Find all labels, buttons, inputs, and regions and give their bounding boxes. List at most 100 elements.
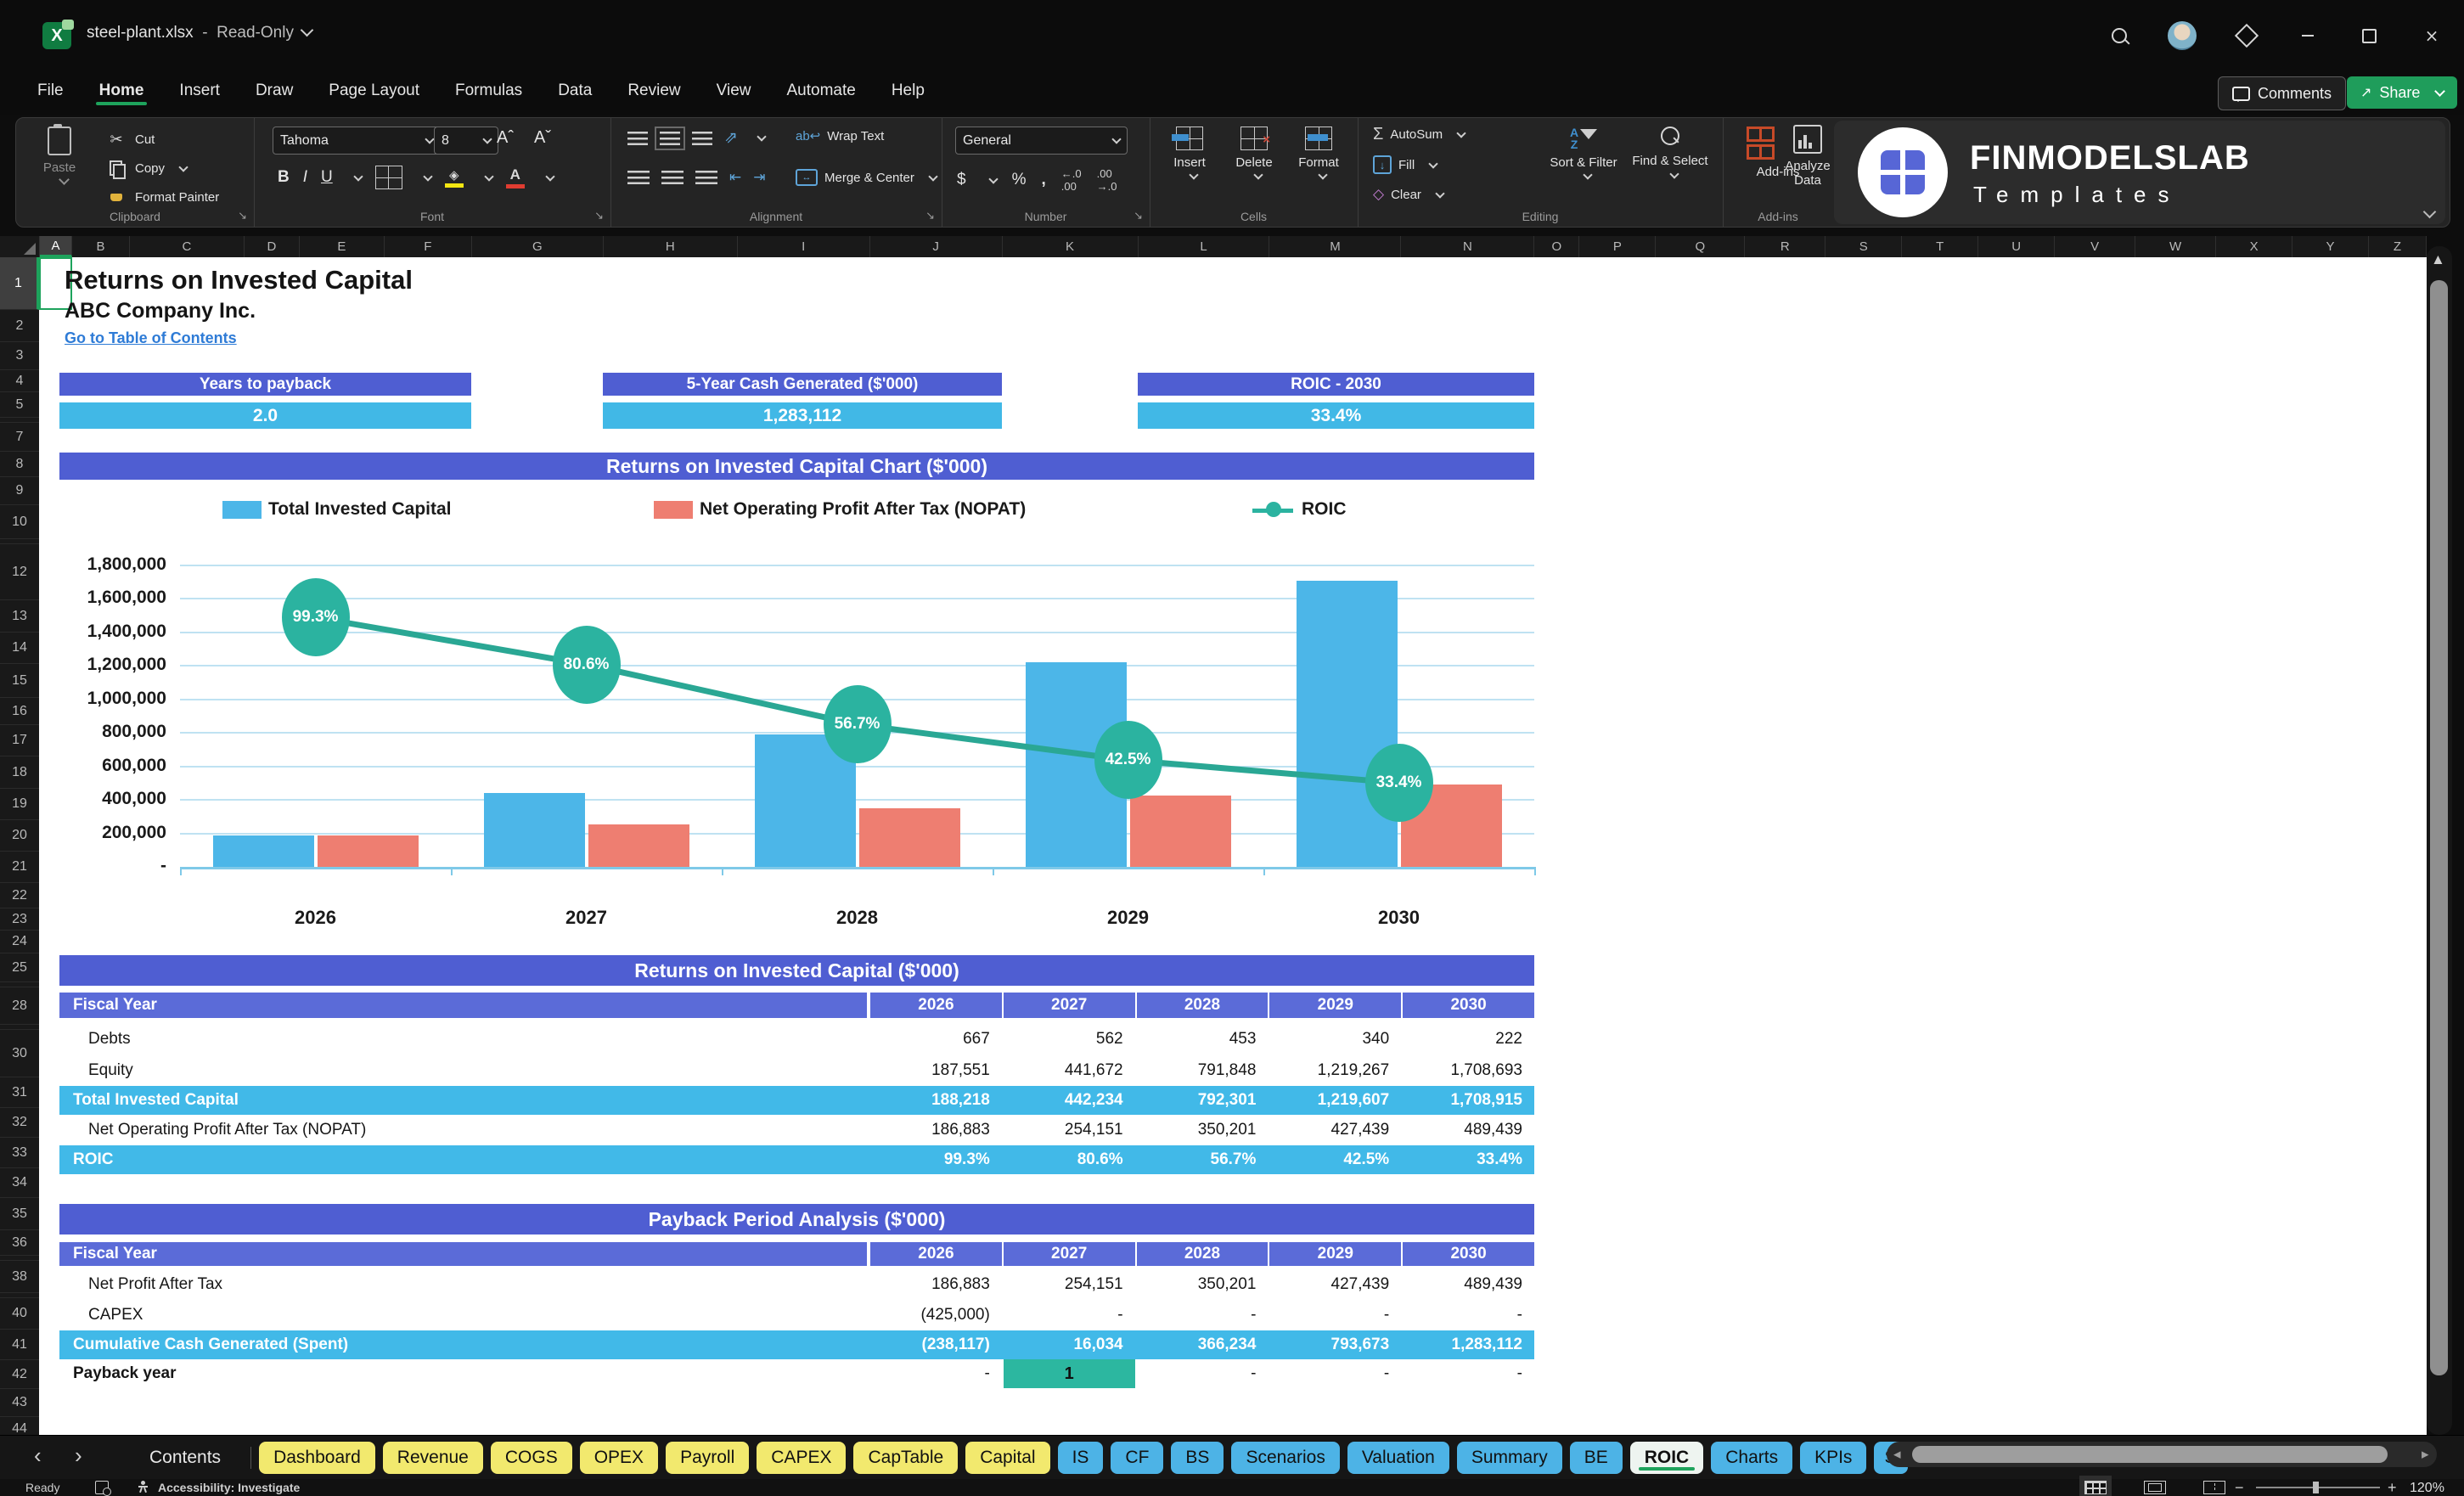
column-header-W[interactable]: W xyxy=(2135,236,2217,257)
fill-button[interactable]: ↓ Fill xyxy=(1373,155,1438,174)
row-header-44[interactable]: 44 xyxy=(0,1417,39,1436)
autosum-button[interactable]: Σ AutoSum xyxy=(1373,125,1466,144)
vertical-scrollbar-thumb[interactable] xyxy=(2430,280,2448,1375)
row-header-16[interactable]: 16 xyxy=(0,698,39,725)
row-header-23[interactable]: 23 xyxy=(0,908,39,931)
orientation-dropdown-icon[interactable] xyxy=(757,132,767,142)
bold-button[interactable]: B xyxy=(278,168,290,187)
row-header-5[interactable]: 5 xyxy=(0,392,39,418)
font-color-button[interactable]: A xyxy=(505,166,525,188)
zoom-level[interactable]: 120% xyxy=(2410,1481,2444,1496)
scroll-up-icon[interactable]: ▲ xyxy=(2431,251,2445,268)
next-sheet-icon[interactable]: › xyxy=(75,1443,82,1469)
sheet-tab-dashboard[interactable]: Dashboard xyxy=(259,1442,375,1474)
ribbon-tab-help[interactable]: Help xyxy=(888,71,928,107)
zoom-slider-thumb[interactable] xyxy=(2313,1482,2319,1493)
fill-color-dropdown-icon[interactable] xyxy=(484,171,494,182)
row-header-13[interactable]: 13 xyxy=(0,600,39,633)
sheet-tab-is[interactable]: IS xyxy=(1057,1442,1104,1474)
row-header-28[interactable]: 28 xyxy=(0,987,39,1025)
share-button[interactable]: ↗ Share xyxy=(2347,76,2458,109)
comma-style-button[interactable]: , xyxy=(1041,171,1045,189)
row-header-24[interactable]: 24 xyxy=(0,931,39,953)
ribbon-tab-file[interactable]: File xyxy=(34,71,67,107)
copy-button[interactable]: Copy xyxy=(104,157,188,179)
page-break-view-button[interactable] xyxy=(2203,1481,2225,1494)
row-header-33[interactable]: 33 xyxy=(0,1138,39,1168)
sheet-tab-revenue[interactable]: Revenue xyxy=(382,1442,483,1474)
merge-center-button[interactable]: ↔ Merge & Center xyxy=(796,169,938,186)
horizontal-scrollbar-thumb[interactable] xyxy=(1912,1446,2388,1463)
sheet-tab-scenarios[interactable]: Scenarios xyxy=(1231,1442,1340,1474)
comments-button[interactable]: Comments xyxy=(2218,76,2347,110)
find-select-button[interactable]: Find & Select xyxy=(1629,125,1711,183)
column-header-X[interactable]: X xyxy=(2216,236,2293,257)
normal-view-button[interactable] xyxy=(2079,1476,2112,1496)
font-color-dropdown-icon[interactable] xyxy=(545,171,555,182)
column-header-U[interactable]: U xyxy=(1978,236,2056,257)
sheet-tab-contents[interactable]: Contents xyxy=(127,1442,243,1474)
column-header-K[interactable]: K xyxy=(1003,236,1139,257)
grow-font-button[interactable]: Aˆ xyxy=(497,128,514,148)
row-header-18[interactable]: 18 xyxy=(0,756,39,789)
align-bottom-button[interactable] xyxy=(692,131,712,145)
sheet-tab-valuation[interactable]: Valuation xyxy=(1347,1442,1449,1474)
align-right-button[interactable] xyxy=(695,171,717,184)
column-header-Q[interactable]: Q xyxy=(1656,236,1746,257)
font-dialog-launcher[interactable]: ↘ xyxy=(594,209,604,222)
row-header-40[interactable]: 40 xyxy=(0,1298,39,1330)
clipboard-dialog-launcher[interactable]: ↘ xyxy=(238,209,247,222)
sheet-tab-summary[interactable]: Summary xyxy=(1456,1442,1562,1474)
sheet-tab-opex[interactable]: OPEX xyxy=(579,1442,659,1474)
row-header-34[interactable]: 34 xyxy=(0,1168,39,1198)
macro-record-icon[interactable] xyxy=(95,1481,111,1496)
column-header-Z[interactable]: Z xyxy=(2369,236,2427,257)
restore-button[interactable] xyxy=(2354,20,2384,51)
row-header-7[interactable]: 7 xyxy=(0,423,39,452)
insert-cells-button[interactable]: Insert xyxy=(1158,125,1221,185)
ribbon-tab-data[interactable]: Data xyxy=(554,71,595,107)
row-header-32[interactable]: 32 xyxy=(0,1108,39,1138)
row-header-42[interactable]: 42 xyxy=(0,1360,39,1389)
decrease-decimal-button[interactable]: .00 →.0 xyxy=(1097,167,1117,193)
table-of-contents-link[interactable]: Go to Table of Contents xyxy=(65,329,237,347)
accessibility-icon[interactable] xyxy=(138,1481,149,1493)
row-header-36[interactable]: 36 xyxy=(0,1230,39,1256)
align-top-button[interactable] xyxy=(627,131,648,145)
zoom-in-button[interactable]: + xyxy=(2388,1479,2397,1496)
sheet-tab-captable[interactable]: CapTable xyxy=(853,1442,959,1474)
fill-color-button[interactable]: ◈ xyxy=(444,167,464,188)
wrap-text-button[interactable]: ab↩ Wrap Text xyxy=(796,128,884,144)
column-header-T[interactable]: T xyxy=(1902,236,1979,257)
prev-sheet-icon[interactable]: ‹ xyxy=(34,1443,42,1469)
column-header-N[interactable]: N xyxy=(1401,236,1535,257)
ribbon-tab-view[interactable]: View xyxy=(713,71,755,107)
row-header-3[interactable]: 3 xyxy=(0,342,39,370)
page-layout-view-button[interactable] xyxy=(2144,1481,2166,1494)
sheet-tab-payroll[interactable]: Payroll xyxy=(666,1442,750,1474)
column-header-O[interactable]: O xyxy=(1534,236,1580,257)
row-header-22[interactable]: 22 xyxy=(0,883,39,908)
scroll-right-icon[interactable]: ▸ xyxy=(2422,1446,2429,1463)
row-header-35[interactable]: 35 xyxy=(0,1198,39,1230)
percent-style-button[interactable]: % xyxy=(1012,171,1027,189)
ribbon-tab-automate[interactable]: Automate xyxy=(783,71,858,107)
search-icon[interactable] xyxy=(2104,20,2135,51)
column-header-R[interactable]: R xyxy=(1745,236,1826,257)
column-header-D[interactable]: D xyxy=(245,236,300,257)
select-all-corner[interactable] xyxy=(0,236,40,257)
row-header-41[interactable]: 41 xyxy=(0,1330,39,1360)
italic-button[interactable]: I xyxy=(303,168,307,187)
alignment-dialog-launcher[interactable]: ↘ xyxy=(925,209,935,222)
format-cells-button[interactable]: Format xyxy=(1287,125,1350,185)
column-header-L[interactable]: L xyxy=(1139,236,1270,257)
row-header-30[interactable]: 30 xyxy=(0,1030,39,1077)
ribbon-tab-draw[interactable]: Draw xyxy=(252,71,296,107)
column-header-S[interactable]: S xyxy=(1825,236,1903,257)
row-header-8[interactable]: 8 xyxy=(0,452,39,477)
column-header-E[interactable]: E xyxy=(300,236,385,257)
row-header-2[interactable]: 2 xyxy=(0,310,39,342)
row-header-15[interactable]: 15 xyxy=(0,664,39,698)
underline-button[interactable]: U xyxy=(321,168,333,187)
column-header-H[interactable]: H xyxy=(604,236,738,257)
